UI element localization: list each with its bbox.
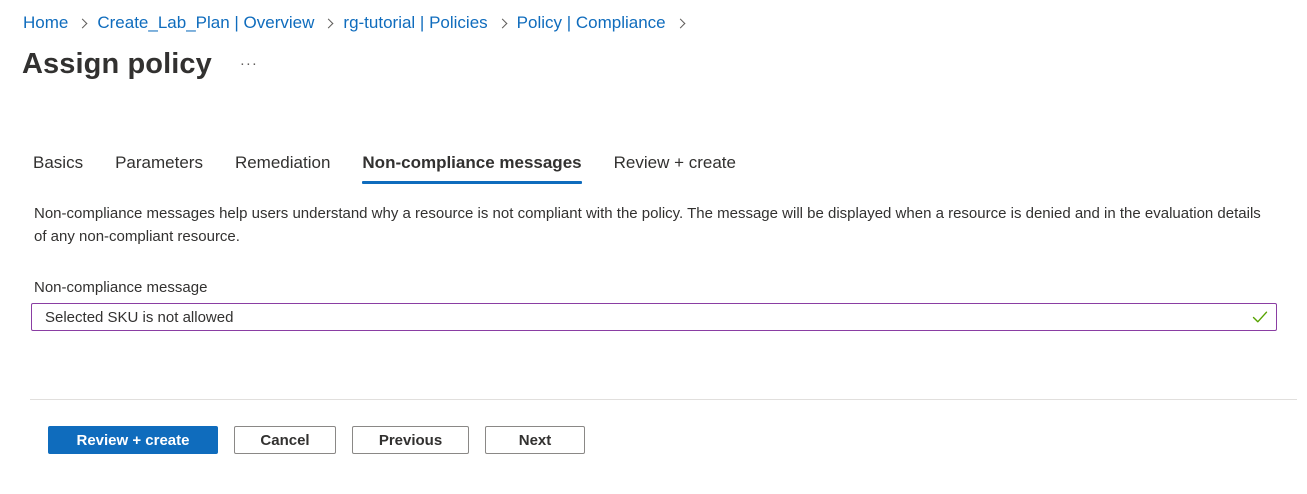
non-compliance-message-input[interactable] [32,304,1245,330]
non-compliance-message-label: Non-compliance message [34,279,208,296]
review-create-button[interactable]: Review + create [48,426,218,454]
breadcrumb-home[interactable]: Home [23,12,68,34]
tab-basics[interactable]: Basics [33,150,83,184]
next-button[interactable]: Next [485,426,585,454]
title-row: Assign policy ··· [22,44,258,84]
breadcrumb-lab-plan-overview[interactable]: Create_Lab_Plan | Overview [97,12,314,34]
tab-non-compliance-messages[interactable]: Non-compliance messages [362,150,582,184]
chevron-right-icon [676,18,686,28]
non-compliance-message-field [31,303,1277,331]
tab-review-create[interactable]: Review + create [614,150,736,184]
breadcrumb: Home Create_Lab_Plan | Overview rg-tutor… [23,12,695,34]
tab-remediation[interactable]: Remediation [235,150,330,184]
wizard-tabs: Basics Parameters Remediation Non-compli… [33,150,768,184]
breadcrumb-policy-compliance[interactable]: Policy | Compliance [517,12,666,34]
more-options-icon[interactable]: ··· [240,44,258,84]
chevron-right-icon [78,18,88,28]
assign-policy-page: Home Create_Lab_Plan | Overview rg-tutor… [0,0,1307,494]
tab-parameters[interactable]: Parameters [115,150,203,184]
page-title: Assign policy [22,48,212,80]
footer-divider [30,399,1297,400]
checkmark-icon [1252,311,1268,323]
chevron-right-icon [498,18,508,28]
tab-description: Non-compliance messages help users under… [34,205,1261,245]
breadcrumb-rg-policies[interactable]: rg-tutorial | Policies [343,12,487,34]
chevron-right-icon [324,18,334,28]
previous-button[interactable]: Previous [352,426,469,454]
cancel-button[interactable]: Cancel [234,426,336,454]
